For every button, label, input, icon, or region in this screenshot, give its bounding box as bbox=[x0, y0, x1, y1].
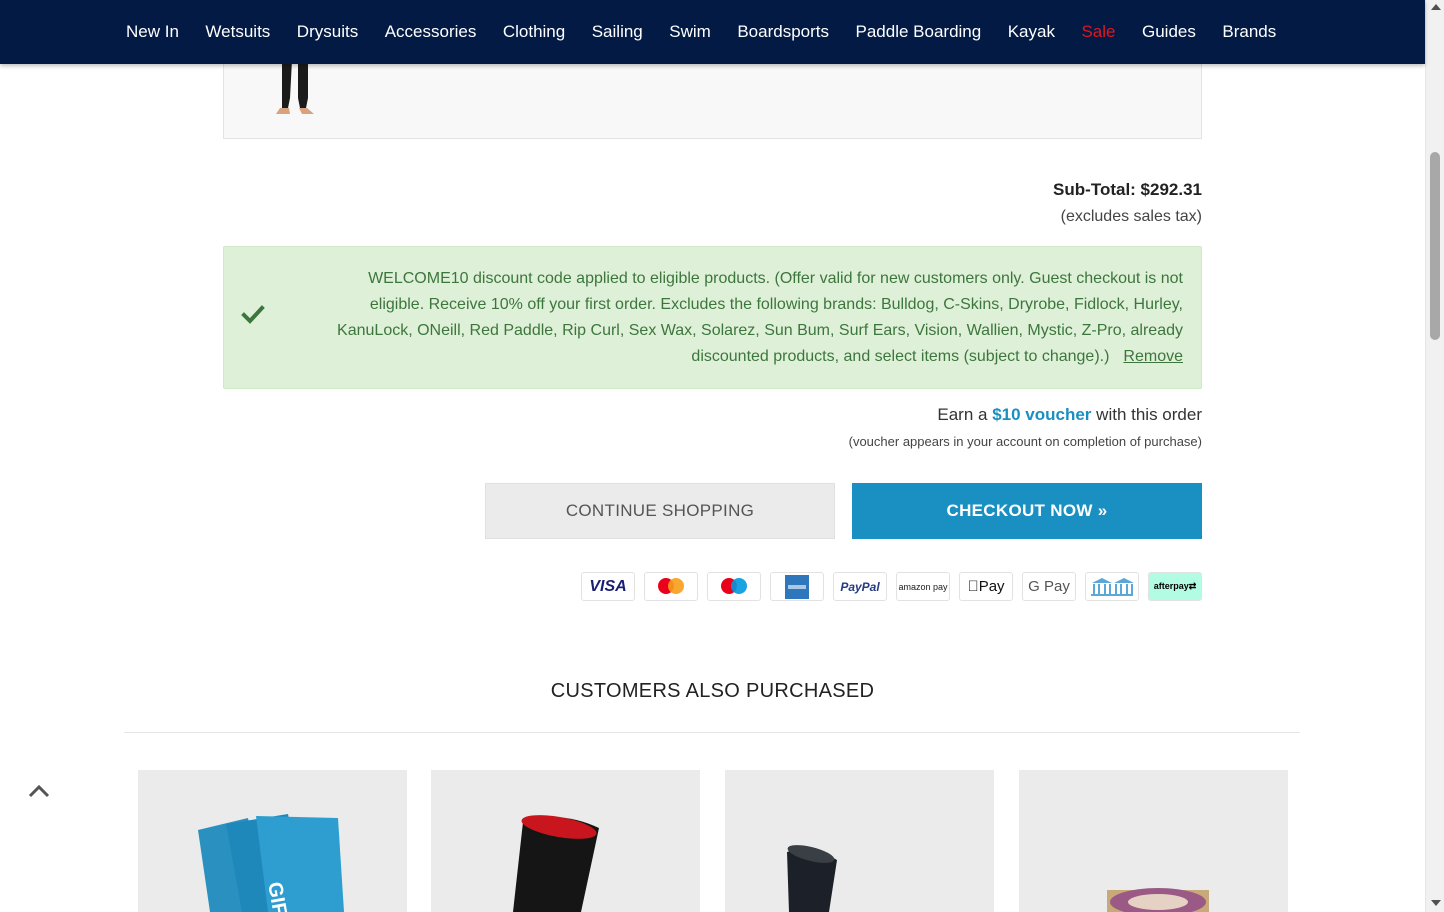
voucher-prefix: Earn a bbox=[937, 405, 988, 424]
voucher-note: (voucher appears in your account on comp… bbox=[848, 434, 1202, 449]
also-purchased-title: CUSTOMERS ALSO PURCHASED bbox=[550, 680, 875, 702]
surf-wax-image bbox=[1107, 888, 1209, 912]
bank-transfer-icon bbox=[1085, 572, 1139, 601]
amex-logo bbox=[785, 574, 809, 599]
nav-item-accessories[interactable]: Accessories bbox=[385, 22, 477, 42]
check-icon bbox=[241, 305, 265, 324]
subtotal-amount: Sub-Total: $292.31 bbox=[1053, 180, 1202, 199]
checkout-now-button[interactable]: CHECKOUT NOW » bbox=[852, 483, 1202, 539]
mastercard-logo bbox=[658, 577, 684, 594]
boot-red-image bbox=[513, 815, 599, 912]
amazon-pay-label: amazon pay bbox=[898, 581, 948, 592]
discount-text: WELCOME10 discount code applied to eligi… bbox=[337, 270, 1183, 365]
apple-pay-label: Pay bbox=[967, 578, 1004, 595]
remove-discount-link[interactable]: Remove bbox=[1123, 348, 1183, 365]
scroll-up-arrow-icon[interactable] bbox=[1431, 4, 1441, 10]
afterpay-label: afterpay⇄ bbox=[1153, 581, 1197, 591]
google-pay-icon: G Pay bbox=[1022, 572, 1076, 601]
discount-message: WELCOME10 discount code applied to eligi… bbox=[314, 266, 1183, 370]
paypal-label: PayPal bbox=[840, 579, 880, 594]
nav-menu: New In Wetsuits Drysuits Accessories Clothin… bbox=[126, 0, 1276, 64]
nav-item-paddle-boarding[interactable]: Paddle Boarding bbox=[856, 22, 982, 42]
google-pay-label: G Pay bbox=[1028, 578, 1070, 595]
nav-item-kayak[interactable]: Kayak bbox=[1008, 22, 1055, 42]
maestro-logo bbox=[721, 577, 747, 594]
payment-methods: VISA PayPal amazon pay Pay G Pay afterp… bbox=[581, 572, 1202, 601]
nav-item-brands[interactable]: Brands bbox=[1222, 22, 1276, 42]
amex-icon bbox=[770, 572, 824, 601]
gift-card-image: GIFT bbox=[198, 814, 344, 912]
scroll-down-arrow-icon[interactable] bbox=[1431, 900, 1441, 906]
nav-item-new-in[interactable]: New In bbox=[126, 22, 179, 42]
scrollbar-thumb[interactable] bbox=[1430, 152, 1440, 340]
visa-label: VISA bbox=[589, 577, 627, 595]
voucher-amount: $10 voucher bbox=[992, 405, 1092, 424]
visa-icon: VISA bbox=[581, 572, 635, 601]
nav-item-wetsuits[interactable]: Wetsuits bbox=[205, 22, 270, 42]
nav-item-sailing[interactable]: Sailing bbox=[592, 22, 643, 42]
maestro-icon bbox=[707, 572, 761, 601]
product-tile-boot-black[interactable] bbox=[725, 770, 994, 912]
product-thumbnail[interactable] bbox=[268, 60, 320, 116]
nav-item-swim[interactable]: Swim bbox=[669, 22, 711, 42]
cart-subtotal: Sub-Total: $292.31 (excludes sales tax) bbox=[1053, 180, 1202, 226]
apple-pay-icon: Pay bbox=[959, 572, 1013, 601]
voucher-info: Earn a $10 voucher with this order (vouc… bbox=[849, 405, 1202, 449]
tax-note: (excludes sales tax) bbox=[1060, 208, 1202, 225]
product-tile-gift-card[interactable]: GIFT bbox=[138, 770, 407, 912]
afterpay-icon: afterpay⇄ bbox=[1148, 572, 1202, 601]
paypal-icon: PayPal bbox=[833, 572, 887, 601]
product-tile-boot-red[interactable] bbox=[431, 770, 700, 912]
page-scrollbar[interactable] bbox=[1425, 0, 1444, 912]
nav-item-guides[interactable]: Guides bbox=[1142, 22, 1196, 42]
voucher-line: Earn a $10 voucher with this order bbox=[849, 405, 1202, 425]
nav-item-sale[interactable]: Sale bbox=[1081, 22, 1115, 42]
product-tile-surf-wax[interactable] bbox=[1019, 770, 1288, 912]
section-divider bbox=[124, 732, 1300, 733]
back-to-top-icon[interactable] bbox=[28, 782, 50, 798]
amazon-pay-icon: amazon pay bbox=[896, 572, 950, 601]
mastercard-icon bbox=[644, 572, 698, 601]
discount-alert: WELCOME10 discount code applied to eligi… bbox=[223, 246, 1202, 389]
nav-item-clothing[interactable]: Clothing bbox=[503, 22, 565, 42]
nav-item-boardsports[interactable]: Boardsports bbox=[737, 22, 829, 42]
main-nav: New In Wetsuits Drysuits Accessories Clothin… bbox=[0, 0, 1425, 64]
voucher-suffix: with this order bbox=[1096, 405, 1202, 424]
boot-black-image bbox=[787, 845, 837, 912]
nav-item-drysuits[interactable]: Drysuits bbox=[297, 22, 358, 42]
continue-shopping-button[interactable]: CONTINUE SHOPPING bbox=[485, 483, 835, 539]
bank-logo bbox=[1091, 577, 1134, 596]
